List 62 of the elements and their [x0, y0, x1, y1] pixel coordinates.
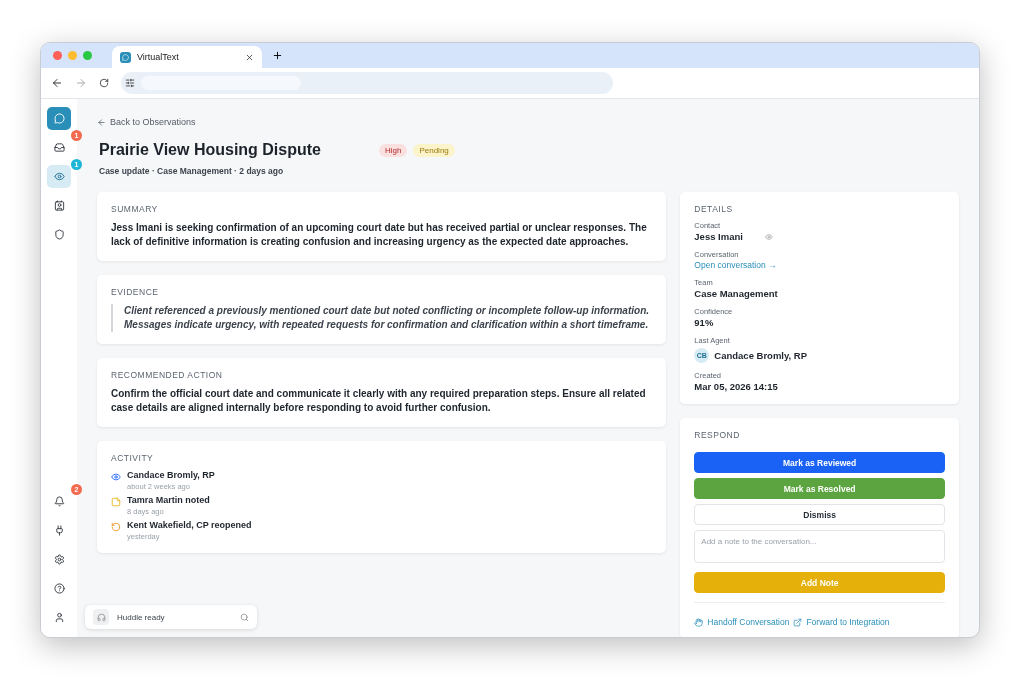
window-zoom-dot[interactable] [83, 51, 92, 60]
external-link-icon [793, 617, 803, 627]
status-tag: Pending [413, 143, 455, 157]
shield-icon [53, 229, 65, 240]
back-icon[interactable] [51, 77, 63, 89]
eye-icon [111, 472, 121, 482]
activity-title: Candace Bromly, RP [127, 470, 215, 480]
section-text: Jess Imani is seeking confirmation of an upcoming court date but has received partial or unclear responses. The lack of definitive information is creating confusion and increasing urgency as the expected date approaches. [111, 221, 648, 249]
activity-title: Kent Wakefield, CP reopened [127, 520, 252, 530]
window-minimize-dot[interactable] [68, 51, 77, 60]
handoff-link[interactable]: Handoff Conversation [694, 617, 790, 627]
bell-icon [53, 496, 65, 507]
plug-icon [53, 525, 65, 536]
sidebar-item[interactable] [47, 165, 71, 188]
field-value: Case Management [694, 288, 779, 299]
section-heading: EVIDENCE [111, 287, 160, 297]
section-heading: DETAILS [694, 204, 734, 214]
new-tab-icon[interactable] [272, 50, 283, 61]
priority-tag: High [379, 143, 408, 157]
tab-title: VirtualText [137, 52, 180, 62]
browser-tab[interactable]: VirtualText [112, 46, 262, 68]
arrow-left-icon [97, 117, 106, 127]
reload-icon[interactable] [99, 78, 109, 88]
close-icon[interactable] [245, 52, 254, 62]
user-icon [53, 612, 65, 623]
note-icon [111, 497, 121, 507]
inbox-icon [53, 142, 65, 153]
settings-icon [53, 554, 65, 565]
evidence-quote: Client referenced a previously mentioned court date but noted conflicting or incomplete follow-up information. Messages indicate urgency, with repeated requests for confirmation and clarification within a short timeframe. [111, 304, 653, 332]
headset-icon [93, 609, 109, 625]
field-value: Candace Bromly, RP [714, 350, 808, 361]
field-value: 91% [694, 317, 715, 328]
field-value: Jess Imani [694, 231, 743, 242]
search-icon[interactable] [240, 612, 249, 622]
huddle-status: Huddle ready [117, 612, 166, 622]
help-icon [53, 583, 65, 594]
section-heading: RESPOND [694, 430, 741, 440]
action-button[interactable]: Mark as Resolved [694, 478, 945, 499]
window-close-dot[interactable] [53, 51, 62, 60]
section-heading: SUMMARY [111, 204, 159, 214]
field-value: Mar 05, 2026 14:15 [694, 381, 779, 392]
activity-title: Tamra Martin noted [127, 495, 210, 505]
section-heading: RECOMMENDED ACTION [111, 370, 224, 380]
site-settings-icon[interactable] [125, 78, 135, 88]
chat-icon [53, 113, 65, 124]
huddle-bar[interactable]: Huddle ready [85, 605, 257, 629]
hand-icon [694, 617, 704, 627]
action-button[interactable]: Dismiss [694, 504, 945, 525]
page-subtitle: Case update · Case Management · 2 days ago [99, 166, 285, 176]
app-favicon-icon [120, 51, 131, 63]
app-logo[interactable] [47, 107, 71, 130]
page-title: Prairie View Housing Dispute [99, 141, 321, 159]
back-link[interactable]: Back to Observations [97, 117, 959, 127]
section-heading: ACTIVITY [111, 453, 155, 463]
forward-link[interactable]: Forward to Integration [793, 617, 890, 627]
open-conversation-link[interactable]: Open conversation → [694, 260, 945, 270]
eye-icon [53, 171, 65, 182]
section-text: Confirm the official court date and communicate it clearly with any required preparation steps. Ensure all related case details are aligned internally before responding to avoid further confusion. [111, 387, 647, 415]
action-button[interactable]: Mark as Reviewed [694, 452, 945, 473]
note-field[interactable]: Add a note to the conversation... [694, 530, 945, 563]
contact-card-icon [53, 200, 65, 211]
undo-arrow-icon [111, 522, 121, 532]
